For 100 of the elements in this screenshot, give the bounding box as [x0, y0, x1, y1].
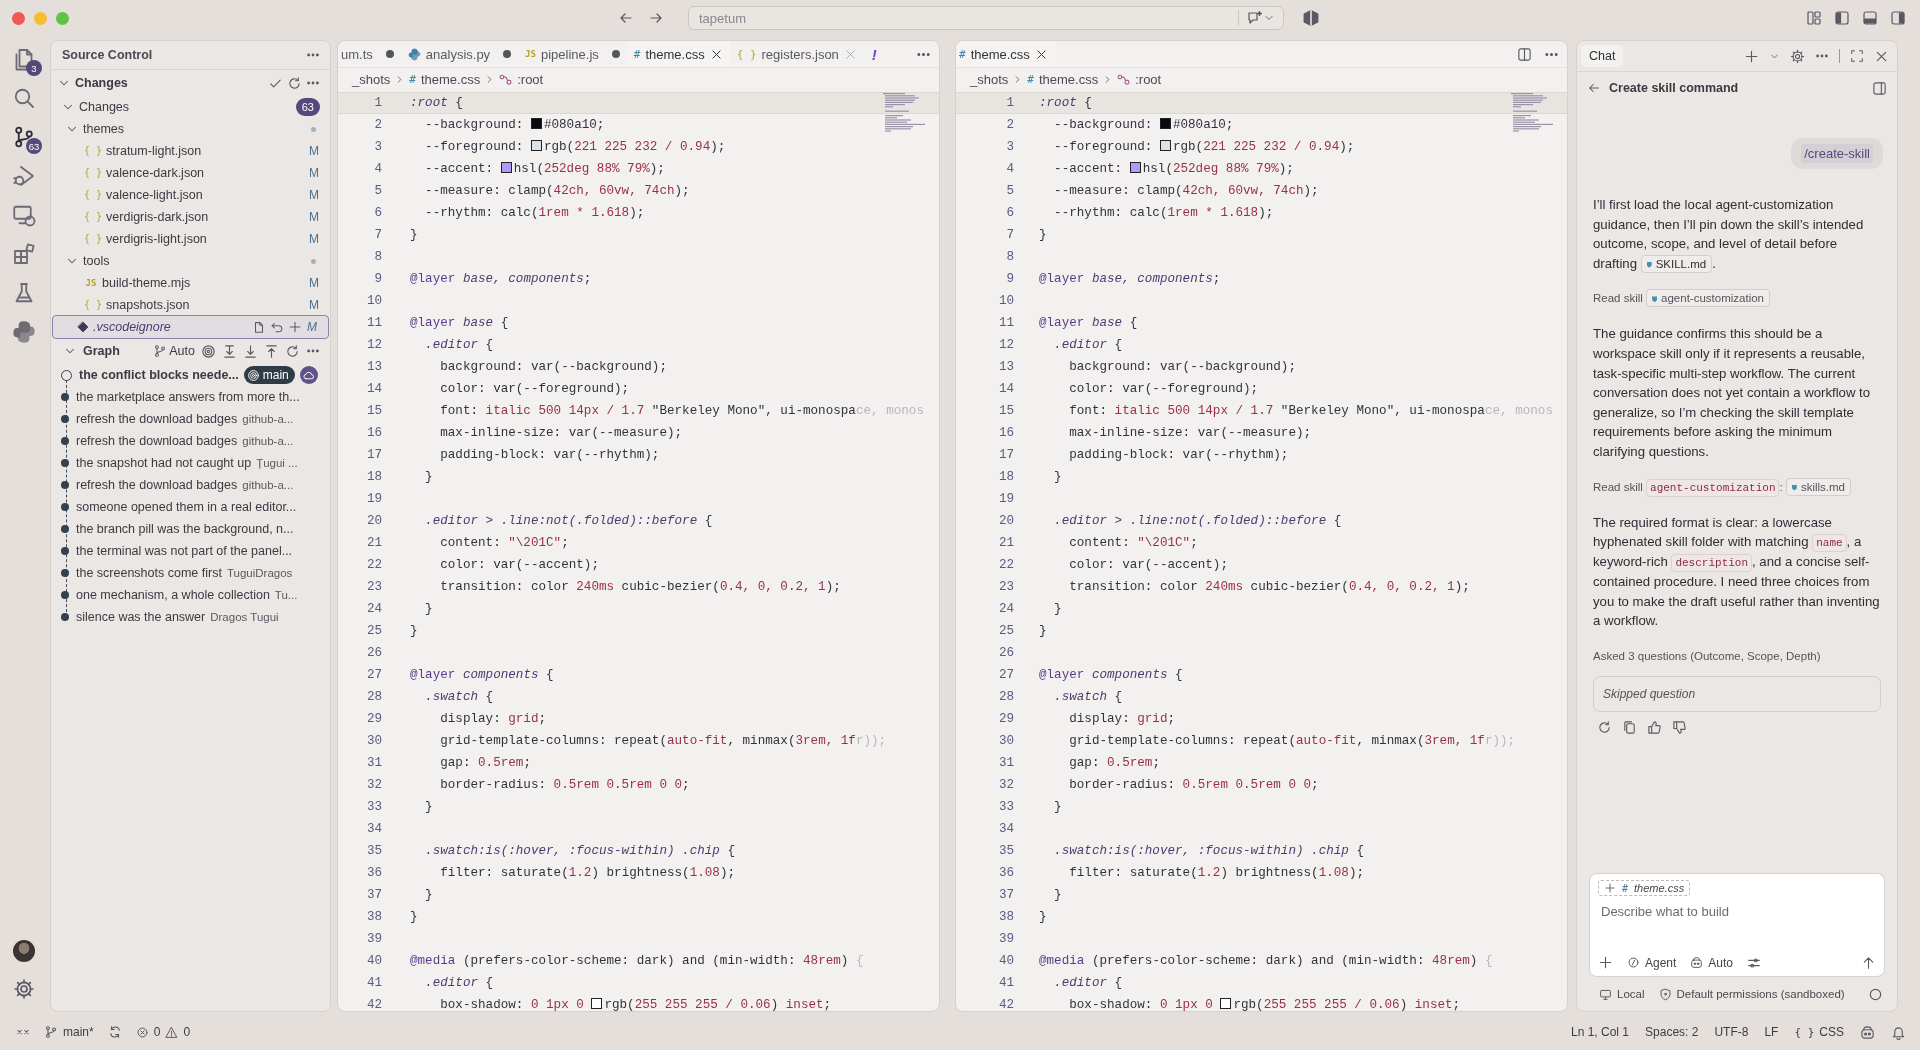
indentation-status[interactable]: Spaces: 2 — [1645, 1025, 1699, 1039]
settings-icon[interactable] — [1790, 48, 1805, 64]
extensions-icon[interactable] — [12, 242, 36, 266]
changes-group[interactable]: Changes 63 — [51, 96, 330, 118]
commit-message[interactable]: one mechanism, a whole collection — [76, 588, 270, 602]
code-line: --measure: clamp(42ch, 60vw, 74ch); — [424, 184, 690, 198]
breadcrumb[interactable]: :root — [499, 71, 544, 87]
commit-message[interactable]: the branch pill was the background, n... — [76, 522, 294, 536]
model-picker[interactable]: Auto — [1690, 955, 1734, 970]
push-icon[interactable] — [264, 343, 279, 359]
refresh-icon[interactable] — [285, 343, 300, 359]
file-row[interactable]: JS build-theme.mjs M — [51, 272, 330, 294]
commit-message[interactable]: refresh the download badges — [76, 478, 238, 492]
thumbs-down-icon[interactable] — [1672, 719, 1687, 735]
encoding-status[interactable]: UTF-8 — [1714, 1025, 1749, 1039]
close-icon[interactable] — [709, 47, 723, 61]
cursor-position[interactable]: Ln 1, Col 1 — [1571, 1025, 1630, 1039]
breadcrumb[interactable]: _shots — [352, 71, 391, 87]
folder-row[interactable]: tools — [51, 250, 330, 272]
file-chip[interactable]: skills.md — [1785, 477, 1851, 496]
discard-icon[interactable] — [270, 320, 284, 334]
thumbs-up-icon[interactable] — [1647, 719, 1662, 735]
file-row[interactable]: { } stratum-light.json M — [51, 140, 330, 162]
close-icon[interactable] — [1034, 47, 1048, 61]
file-row[interactable]: { } snapshots.json M — [51, 294, 330, 316]
minimap[interactable] — [1511, 93, 1555, 133]
editor-tab[interactable]: { } registers.json — [729, 41, 864, 67]
editor-tab[interactable]: analysis.py — [400, 41, 519, 67]
sync-icon[interactable] — [107, 1025, 122, 1039]
file-row[interactable]: .vscodeignore M — [53, 316, 328, 338]
problems-status[interactable]: 0 0 — [135, 1025, 191, 1039]
editor-tab[interactable]: um.ts — [338, 41, 401, 67]
layout-icon[interactable] — [1806, 10, 1822, 26]
section-header[interactable]: Graph — [83, 344, 120, 358]
new-chat-icon[interactable] — [1744, 48, 1759, 64]
file-row[interactable]: { } verdigris-light.json M — [51, 228, 330, 250]
commit-message[interactable]: the screenshots come first — [76, 566, 222, 580]
pull-icon[interactable] — [243, 343, 258, 359]
settings-icon[interactable] — [13, 978, 35, 1000]
maximize-icon[interactable] — [1850, 49, 1864, 63]
commit-message[interactable]: the conflict blocks neede... — [79, 368, 239, 382]
mode-picker[interactable]: Agent — [1627, 955, 1677, 970]
notice-mark[interactable]: ! — [863, 45, 885, 63]
file-row[interactable]: { } valence-dark.json M — [51, 162, 330, 184]
open-file-icon[interactable] — [252, 320, 266, 334]
breadcrumb[interactable]: # theme.css — [409, 71, 481, 87]
toggle-panel-icon[interactable] — [1862, 10, 1878, 26]
editor-tab[interactable]: JS pipeline.js — [518, 41, 627, 67]
folder-row[interactable]: themes — [51, 118, 330, 140]
tools-icon[interactable] — [1747, 955, 1762, 970]
file-chip[interactable]: SKILL.md — [1640, 254, 1713, 273]
commit-message[interactable]: refresh the download badges — [76, 434, 238, 448]
toggle-sidebar-icon[interactable] — [1834, 10, 1850, 26]
attachment-chip[interactable]: # theme.css — [1598, 880, 1691, 896]
commit-message[interactable]: the terminal was not part of the panel... — [76, 544, 293, 558]
breadcrumb[interactable]: # theme.css — [1027, 71, 1099, 87]
commit-message[interactable]: the marketplace answers from more th... — [76, 390, 300, 404]
line-number: 33 — [365, 800, 382, 814]
file-row[interactable]: { } valence-light.json M — [51, 184, 330, 206]
branch-status[interactable]: main* — [44, 1025, 94, 1039]
breadcrumb[interactable]: _shots — [970, 71, 1009, 87]
search-icon[interactable] — [12, 86, 36, 110]
notifications-icon[interactable] — [1891, 1024, 1906, 1040]
toggle-secondary-sidebar-icon[interactable] — [1890, 10, 1906, 26]
chat-tab[interactable]: Chat — [1581, 45, 1624, 67]
refresh-icon[interactable] — [287, 75, 302, 91]
minimap[interactable] — [883, 93, 927, 133]
file-row[interactable]: { } verdigris-dark.json M — [51, 206, 330, 228]
run-debug-icon[interactable] — [12, 164, 36, 188]
language-status[interactable]: { } CSS — [1794, 1025, 1844, 1039]
split-editor-icon[interactable] — [1517, 46, 1532, 62]
line-ending-status[interactable]: LF — [1764, 1025, 1779, 1039]
breadcrumb[interactable]: :root — [1117, 71, 1162, 87]
session-location[interactable]: Local — [1599, 987, 1645, 1001]
commit-message[interactable]: someone opened them in a real editor... — [76, 500, 297, 514]
close-window-button[interactable] — [12, 11, 25, 25]
add-context-icon[interactable] — [1598, 955, 1613, 970]
send-icon[interactable] — [1861, 955, 1876, 970]
remote-explorer-icon[interactable] — [12, 203, 36, 227]
chat-input[interactable]: Describe what to build — [1598, 896, 1876, 927]
account-avatar[interactable] — [13, 940, 35, 962]
cube-icon[interactable] — [1302, 9, 1320, 27]
commit-message[interactable]: silence was the answer — [76, 610, 206, 624]
permissions-picker[interactable]: Default permissions (sandboxed) — [1658, 987, 1845, 1001]
commit-message[interactable]: the snapshot had not caught up — [76, 456, 252, 470]
target-icon[interactable] — [201, 343, 216, 359]
code-line: @layer base { — [1039, 316, 1138, 330]
branch-filter[interactable]: Auto — [153, 344, 195, 358]
python-icon[interactable] — [12, 320, 36, 344]
copilot-icon[interactable] — [1860, 1024, 1875, 1040]
chat-input-box[interactable]: # theme.css Describe what to build Agent Auto — [1589, 873, 1885, 977]
copy-icon[interactable] — [1622, 719, 1637, 735]
commit-message[interactable]: refresh the download badges — [76, 412, 238, 426]
file-chip[interactable]: agent-customization — [1646, 289, 1770, 308]
retry-icon[interactable] — [1597, 719, 1612, 735]
section-header[interactable]: Changes — [51, 70, 330, 96]
chat-icon[interactable] — [1247, 10, 1263, 26]
side-panel-icon[interactable] — [1872, 80, 1887, 96]
back-icon[interactable] — [1587, 81, 1601, 95]
fetch-icon[interactable] — [222, 343, 237, 359]
